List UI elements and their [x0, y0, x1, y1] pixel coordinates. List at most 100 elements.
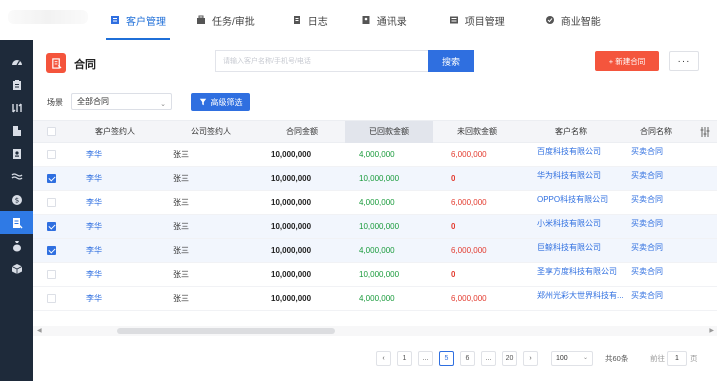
table-row[interactable]: 李华 张三 10,000,000 10,000,000 0 华为科技有限公司 买卖合同 [33, 167, 717, 191]
customer-signer-cell[interactable]: 李华 [86, 215, 102, 239]
horizontal-scrollbar[interactable]: ◀ ▶ [33, 326, 717, 336]
company-signer-cell: 张三 [173, 246, 189, 255]
contract-cell[interactable]: 买卖合同 [631, 236, 663, 260]
customer-signer-cell[interactable]: 李华 [86, 239, 102, 263]
scene-select[interactable]: 全部合同 ⌄ [71, 93, 172, 110]
row-checkbox[interactable] [47, 150, 56, 159]
row-checkbox[interactable] [47, 246, 56, 255]
contract-cell[interactable]: 买卖合同 [631, 188, 663, 212]
search-button[interactable]: 搜索 [428, 50, 474, 72]
customer-signer-cell[interactable]: 李华 [86, 263, 102, 287]
scroll-right-icon[interactable]: ▶ [709, 327, 714, 334]
new-contract-button[interactable]: + 新建合同 [595, 51, 659, 71]
customer-signer-cell[interactable]: 李华 [86, 191, 102, 215]
sidebar-item-product-box[interactable] [0, 257, 33, 280]
customer-cell[interactable]: 圣享方度科技有限公司 [537, 260, 617, 284]
table-row[interactable]: 李华 张三 10,000,000 4,000,000 6,000,000 郑州光彩大世界科… [33, 287, 717, 311]
company-signer-cell: 张三 [173, 222, 189, 231]
tab-contacts[interactable]: 通讯录 [361, 0, 407, 40]
page-button[interactable]: 6 [460, 351, 475, 366]
row-checkbox[interactable] [47, 222, 56, 231]
search-input[interactable] [215, 50, 428, 72]
unpaid-cell: 6,000,000 [451, 246, 487, 255]
advanced-filter-button[interactable]: 高级筛选 [191, 93, 250, 111]
contract-cell[interactable]: 买卖合同 [631, 284, 663, 308]
amount-cell: 10,000,000 [271, 150, 312, 159]
handshake-icon [11, 171, 23, 183]
tab-log[interactable]: 日志 [292, 0, 328, 40]
tab-customer[interactable]: 客户管理 [106, 0, 170, 40]
goto-label: 前往 [650, 354, 665, 363]
customer-cell[interactable]: 华为科技有限公司 [537, 164, 601, 188]
sidebar-item-contract[interactable] [0, 211, 33, 234]
page-ellipsis[interactable]: ... [481, 351, 496, 366]
column-header[interactable]: 已回款金额 [345, 121, 433, 143]
tab-bi[interactable]: 商业智能 [545, 0, 601, 40]
select-all-checkbox[interactable] [47, 127, 56, 136]
sidebar-item-contact-card[interactable] [0, 142, 33, 165]
more-button[interactable]: ··· [669, 51, 699, 71]
sidebar-item-leads[interactable] [0, 96, 33, 119]
company-signer-cell: 张三 [173, 150, 189, 159]
paid-cell: 4,000,000 [359, 198, 395, 207]
top-navigation: 客户管理 任务/审批 日志 通讯录 项目管理 商业智能 [0, 0, 717, 40]
scroll-left-icon[interactable]: ◀ [37, 327, 42, 334]
page-button[interactable]: 20 [502, 351, 517, 366]
sidebar-item-clipboard[interactable] [0, 73, 33, 96]
unpaid-cell: 6,000,000 [451, 198, 487, 207]
column-header[interactable]: 客户签约人 [67, 121, 163, 143]
page-button[interactable]: 1 [397, 351, 412, 366]
customer-cell[interactable]: 百度科技有限公司 [537, 140, 601, 164]
customer-signer-cell[interactable]: 李华 [86, 287, 102, 311]
customer-signer-cell[interactable]: 李华 [86, 143, 102, 167]
column-settings-icon[interactable] [699, 126, 711, 138]
page-ellipsis[interactable]: ... [418, 351, 433, 366]
contract-cell[interactable]: 买卖合同 [631, 140, 663, 164]
sidebar-item-money[interactable]: $ [0, 188, 33, 211]
customer-icon [110, 15, 120, 25]
column-header[interactable]: 未回款金额 [433, 121, 521, 143]
sidebar-item-handshake[interactable] [0, 165, 33, 188]
customer-cell[interactable]: 巨鲸科技有限公司 [537, 236, 601, 260]
scrollbar-thumb[interactable] [117, 328, 335, 334]
column-header[interactable]: 合同金额 [259, 121, 345, 143]
prev-page-button[interactable]: ‹ [376, 351, 391, 366]
row-checkbox[interactable] [47, 198, 56, 207]
filter-icon [199, 98, 206, 106]
table-body: 李华 张三 10,000,000 4,000,000 6,000,000 百度科技有限公司… [33, 143, 717, 311]
page-button[interactable]: 5 [439, 351, 454, 366]
page-size-select[interactable]: 100 ⌄ [551, 351, 593, 366]
table-row[interactable]: 李华 张三 10,000,000 10,000,000 0 小米科技有限公司 买卖合同 [33, 215, 717, 239]
contract-cell[interactable]: 买卖合同 [631, 212, 663, 236]
sidebar-item-payment-bag[interactable] [0, 234, 33, 257]
contract-cell[interactable]: 买卖合同 [631, 260, 663, 284]
table-row[interactable]: 李华 张三 10,000,000 4,000,000 6,000,000 百度科技有限公司… [33, 143, 717, 167]
contract-icon [11, 217, 23, 229]
row-checkbox[interactable] [47, 174, 56, 183]
amount-cell: 10,000,000 [271, 222, 312, 231]
row-checkbox[interactable] [47, 270, 56, 279]
goto-page-input[interactable]: 1 [667, 351, 687, 366]
sidebar-item-dashboard[interactable] [0, 50, 33, 73]
unpaid-cell: 0 [451, 222, 456, 231]
customer-cell[interactable]: 郑州光彩大世界科技有... [537, 284, 624, 308]
next-page-button[interactable]: › [523, 351, 538, 366]
customer-cell[interactable]: 小米科技有限公司 [537, 212, 601, 236]
contract-cell[interactable]: 买卖合同 [631, 164, 663, 188]
tab-project[interactable]: 项目管理 [449, 0, 505, 40]
sidebar-item-building[interactable] [0, 119, 33, 142]
company-signer-cell: 张三 [173, 198, 189, 207]
unpaid-cell: 6,000,000 [451, 150, 487, 159]
task-icon [196, 15, 206, 25]
tab-label: 日志 [307, 16, 328, 28]
column-header[interactable]: 公司签约人 [163, 121, 259, 143]
company-signer-cell: 张三 [173, 294, 189, 303]
table-row[interactable]: 李华 张三 10,000,000 4,000,000 6,000,000 OPPO科技有限… [33, 191, 717, 215]
row-checkbox[interactable] [47, 294, 56, 303]
scene-label: 场景 [47, 98, 63, 107]
customer-signer-cell[interactable]: 李华 [86, 167, 102, 191]
scene-value: 全部合同 [77, 97, 109, 106]
tab-task[interactable]: 任务/审批 [196, 0, 255, 40]
advanced-filter-label: 高级筛选 [210, 97, 243, 107]
customer-cell[interactable]: OPPO科技有限公司 [537, 188, 608, 212]
